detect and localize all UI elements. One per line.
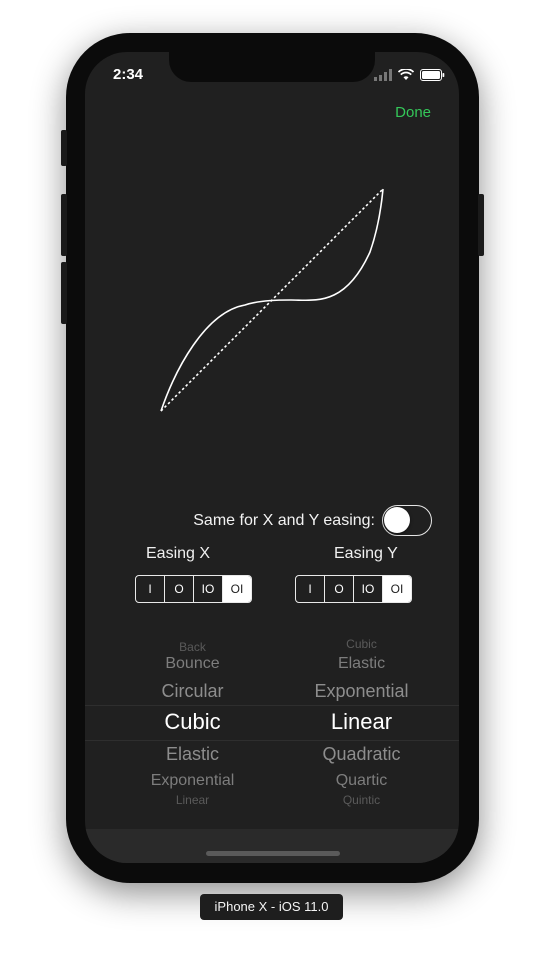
easing-y-picker[interactable]: Cubic Elastic Exponential Linear Quadrat… bbox=[268, 634, 455, 810]
picker-item-selected[interactable]: Cubic bbox=[99, 709, 286, 735]
picker-item[interactable]: Cubic bbox=[268, 637, 455, 651]
volume-down-button bbox=[61, 262, 67, 324]
easing-y-mode-i[interactable]: I bbox=[296, 576, 324, 602]
toggle-knob bbox=[384, 507, 410, 533]
easing-x-title: Easing X bbox=[146, 545, 211, 562]
power-button bbox=[478, 194, 484, 256]
easing-y-mode-io[interactable]: IO bbox=[353, 576, 382, 602]
easing-x-mode-io[interactable]: IO bbox=[193, 576, 222, 602]
mute-switch bbox=[61, 130, 67, 166]
same-easing-row: Same for X and Y easing: bbox=[85, 504, 459, 538]
same-easing-toggle[interactable] bbox=[382, 505, 432, 536]
easing-x-mode-oi[interactable]: OI bbox=[222, 576, 251, 602]
home-indicator[interactable] bbox=[206, 851, 340, 856]
device-label: iPhone X - iOS 11.0 bbox=[200, 894, 343, 920]
easing-y-mode-control: I O IO OI bbox=[295, 575, 412, 603]
easing-x-mode-o[interactable]: O bbox=[164, 576, 193, 602]
picker-item[interactable]: Quintic bbox=[268, 793, 455, 807]
easing-x-mode-control: I O IO OI bbox=[135, 575, 252, 603]
picker-item[interactable]: Bounce bbox=[99, 655, 286, 673]
easing-y-title: Easing Y bbox=[334, 545, 398, 562]
easing-curve-graph bbox=[160, 188, 384, 412]
picker-item[interactable]: Exponential bbox=[99, 772, 286, 790]
picker-item[interactable]: Circular bbox=[99, 681, 286, 702]
picker-item[interactable]: Elastic bbox=[268, 655, 455, 673]
easing-x-mode-i[interactable]: I bbox=[136, 576, 164, 602]
same-easing-label: Same for X and Y easing: bbox=[193, 512, 375, 529]
easing-y-mode-o[interactable]: O bbox=[324, 576, 353, 602]
picker-item[interactable]: Back bbox=[99, 640, 286, 654]
easing-x-picker[interactable]: Back Bounce Circular Cubic Elastic Expon… bbox=[99, 634, 286, 810]
picker-item[interactable]: Quartic bbox=[268, 772, 455, 790]
bottom-bar bbox=[85, 829, 459, 863]
picker-item[interactable]: Exponential bbox=[268, 681, 455, 702]
screen: 2:34 Done Same for X and Y easing: Easin… bbox=[85, 52, 459, 863]
volume-up-button bbox=[61, 194, 67, 256]
easing-y-mode-oi[interactable]: OI bbox=[382, 576, 411, 602]
picker-item[interactable]: Quadratic bbox=[268, 744, 455, 765]
picker-item[interactable]: Linear bbox=[99, 793, 286, 807]
picker-item-selected[interactable]: Linear bbox=[268, 709, 455, 735]
picker-item[interactable]: Elastic bbox=[99, 744, 286, 765]
